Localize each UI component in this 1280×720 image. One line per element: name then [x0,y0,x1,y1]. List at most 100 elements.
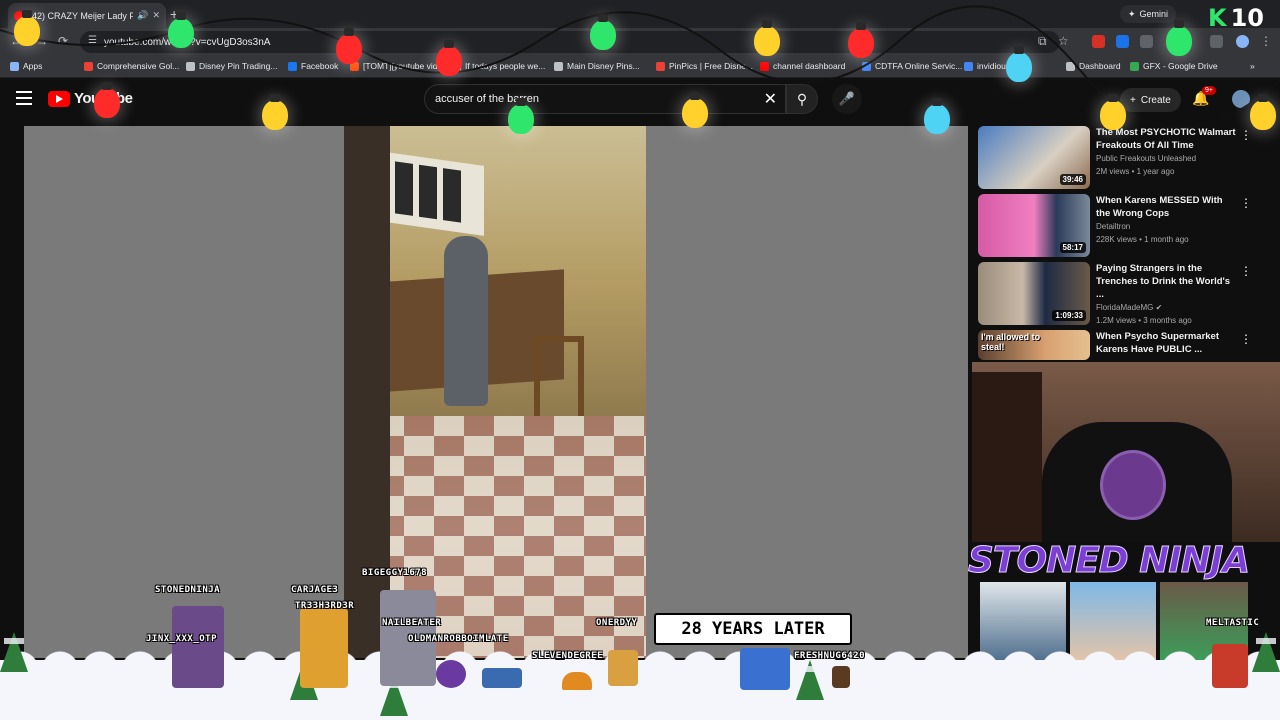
viewer-sprite [740,648,790,690]
stream-title-overlay: STONED NINJA [968,540,1251,581]
video-player[interactable] [24,126,968,658]
install-icon[interactable]: ⧉ [1038,34,1047,49]
bookmark-apps[interactable]: Apps [10,61,42,71]
screen: (42) CRAZY Meijer Lady Fre 🔊 ✕ + ✦ Gemin… [0,0,1280,720]
bookmark-item[interactable]: CDTFA Online Servic... [862,61,962,71]
create-button[interactable]: + Create [1120,88,1181,112]
video-thumbnail[interactable]: 39:46 [978,126,1090,189]
bookmark-item[interactable]: Facebook [288,61,338,71]
stream-caption: 28 YEARS LATER [654,613,852,645]
channel-name[interactable]: Public Freakouts Unleashed [1096,152,1236,165]
bookmark-favicon-icon [186,61,195,71]
bookmark-item[interactable]: Main Disney Pins... [554,61,640,71]
extension-icon[interactable] [1092,35,1105,48]
menu-dots-icon[interactable]: ⋮ [1260,34,1272,48]
notification-badge: 9+ [1202,86,1216,95]
recommendation-item[interactable]: I'm allowed to steal! When Psycho Superm… [978,330,1278,362]
video-title[interactable]: Paying Strangers in the Trenches to Drin… [1096,262,1236,301]
channel-name[interactable]: FloridaMadeMG ✔ [1096,301,1236,314]
light-bulb-icon [262,94,288,130]
viewer-name: JINX_XXX_OTP [146,634,218,644]
site-info-icon[interactable]: ☰ [88,35,97,46]
viewer-name: FRESHNUG6420 [794,651,866,661]
kick-logo-icon: K [1208,4,1227,32]
viewer-name: TR33H3RD3R [295,601,355,611]
speaker-icon[interactable]: 🔊 [137,10,148,21]
bookmark-favicon-icon [656,61,665,71]
bookmark-item[interactable]: [TOMT][youtube vid... [350,61,445,71]
youtube-play-icon [48,90,70,107]
google-drive-icon [1130,61,1139,71]
video-stats: 2M views • 1 year ago [1096,167,1175,176]
bookmark-item[interactable]: Dashboard [1066,61,1121,71]
more-options-icon[interactable]: ⋮ [1240,264,1252,278]
video-thumbnail[interactable]: I'm allowed to steal! [978,330,1090,360]
video-title[interactable]: When Karens MESSED With the Wrong Cops [1096,194,1236,220]
light-bulb-icon [1006,46,1032,82]
video-person [444,236,488,406]
recommendation-item[interactable]: 39:46 The Most PSYCHOTIC Walmart Freakou… [978,126,1278,190]
avatar[interactable] [1232,90,1250,108]
voice-search-button[interactable]: 🎤 [832,84,862,114]
webcam-chair [972,372,1042,542]
more-options-icon[interactable]: ⋮ [1240,128,1252,142]
close-tab-icon[interactable]: ✕ [152,10,160,21]
light-bulb-icon [168,12,194,48]
more-options-icon[interactable]: ⋮ [1240,332,1252,346]
search-input[interactable]: accuser of the barren ✕ [424,84,786,114]
viewer-name: CARJAGE3 [291,585,339,595]
extensions-puzzle-icon[interactable] [1140,35,1153,48]
bookmark-item[interactable]: invidious [964,61,1010,71]
extension-icon[interactable] [1116,35,1129,48]
viewer-name: BIGEGGY1678 [362,568,428,578]
verified-check-icon: ✔ [1155,303,1163,312]
profile-icon[interactable] [1236,35,1249,48]
gemini-button[interactable]: ✦ Gemini [1120,5,1177,23]
bookmark-item[interactable]: If todays people we... [452,61,545,71]
viewer-sprite [436,660,466,688]
light-bulb-icon [94,82,120,118]
bookmark-item[interactable]: PinPics | Free Disne... [656,61,753,71]
microphone-icon: 🎤 [838,91,856,106]
more-bookmarks-icon[interactable]: » [1250,61,1255,71]
more-options-icon[interactable]: ⋮ [1240,196,1252,210]
media-icon[interactable] [1210,35,1223,48]
streamer-webcam [972,362,1280,542]
bookmark-favicon-icon [964,61,973,71]
youtube-favicon-icon [760,61,769,71]
video-thumbnail[interactable]: 58:17 [978,194,1090,257]
bookmark-favicon-icon [554,61,563,71]
bookmark-item[interactable]: Disney Pin Trading... [186,61,277,71]
light-bulb-icon [590,14,616,50]
light-bulb-icon [754,20,780,56]
search-button[interactable]: ⚲ [786,84,818,114]
light-bulb-icon [682,92,708,128]
recommendation-item[interactable]: 1:09:33 Paying Strangers in the Trenches… [978,262,1278,326]
clear-search-icon[interactable]: ✕ [764,89,777,109]
sparkle-icon: ✦ [1128,8,1136,19]
video-thumbnail[interactable]: 1:09:33 [978,262,1090,325]
bookmark-item[interactable]: GFX - Google Drive [1130,61,1218,71]
video-title[interactable]: When Psycho Supermarket Karens Have PUBL… [1096,330,1236,356]
hamburger-menu-icon[interactable] [16,91,32,105]
viewer-sprite [300,608,348,688]
light-bulb-icon [848,22,874,58]
duration-badge: 1:09:33 [1052,310,1086,321]
video-title[interactable]: The Most PSYCHOTIC Walmart Freakouts Of … [1096,126,1236,152]
viewer-name: MELTASTIC [1206,618,1260,628]
address-bar[interactable]: ☰ youtube.com/watch?v=cvUgD3os3nA [80,31,1060,53]
duration-badge: 39:46 [1059,174,1086,185]
christmas-tree-icon [1252,632,1280,672]
light-bulb-icon [1100,94,1126,130]
bookmark-star-icon[interactable]: ☆ [1058,34,1069,48]
recommendation-item[interactable]: 58:17 When Karens MESSED With the Wrong … [978,194,1278,258]
bookmark-item[interactable]: Comprehensive Gol... [84,61,179,71]
reload-icon[interactable]: ⟳ [58,34,68,48]
bookmark-item[interactable]: channel dashboard [760,61,845,71]
channel-name[interactable]: Detailtron [1096,220,1236,233]
gemini-label: Gemini [1139,9,1169,19]
viewer-sprite [832,666,850,688]
bookmark-favicon-icon [862,61,871,71]
video-stats: 228K views • 1 month ago [1096,235,1189,244]
viewer-sprite [482,668,522,688]
